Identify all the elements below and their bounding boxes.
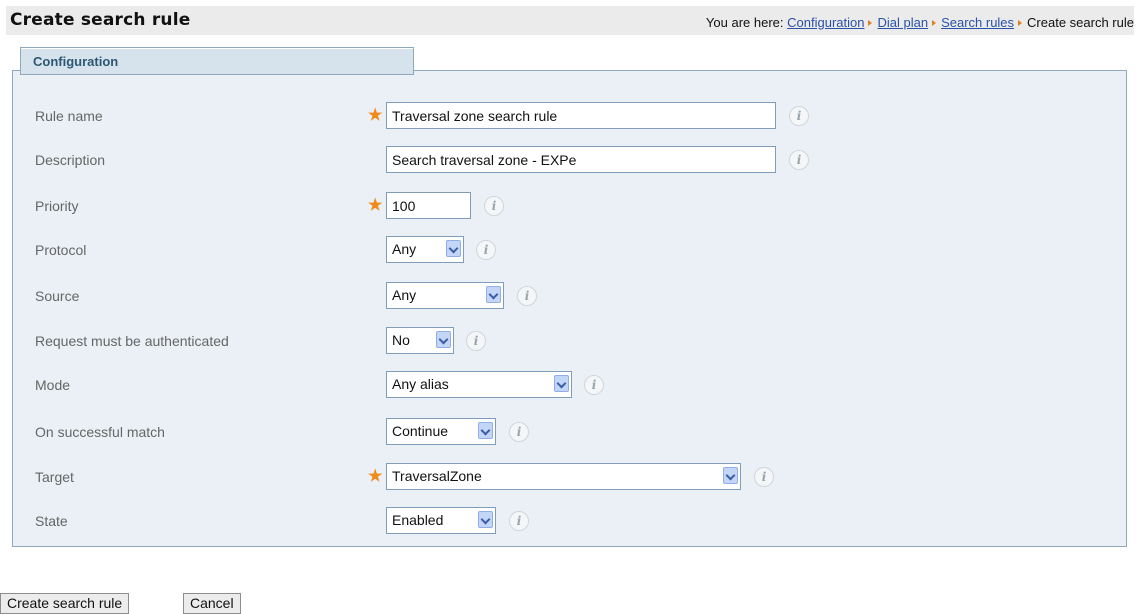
create-search-rule-button[interactable]: Create search rule: [0, 593, 130, 614]
breadcrumb: You are here: Configuration Dial plan Sear…: [706, 15, 1134, 30]
chevron-down-icon[interactable]: [554, 375, 569, 392]
priority-label: Priority: [35, 198, 79, 214]
form-row-source: Source Any i: [0, 281, 1140, 311]
on-successful-match-label: On successful match: [35, 424, 165, 440]
state-label: State: [35, 513, 68, 529]
breadcrumb-current: Create search rule: [1027, 15, 1134, 30]
breadcrumb-link-configuration[interactable]: Configuration: [787, 15, 864, 30]
chevron-down-icon[interactable]: [478, 511, 493, 528]
form-row-request-authenticated: Request must be authenticated No i: [0, 326, 1140, 356]
chevron-down-icon[interactable]: [436, 331, 451, 348]
chevron-down-icon[interactable]: [723, 467, 738, 484]
page-title: Create search rule: [10, 10, 191, 30]
rule-name-label: Rule name: [35, 108, 103, 124]
breadcrumb-arrow-icon: [868, 20, 873, 27]
protocol-label: Protocol: [35, 242, 87, 258]
form-row-description: Description i: [0, 145, 1140, 175]
chevron-down-icon[interactable]: [446, 240, 461, 257]
priority-input[interactable]: [386, 192, 471, 219]
chevron-down-icon[interactable]: [486, 286, 501, 303]
request-authenticated-label: Request must be authenticated: [35, 333, 229, 349]
required-star-icon: ★: [368, 107, 383, 124]
info-icon[interactable]: i: [754, 467, 774, 487]
chevron-down-icon[interactable]: [478, 422, 493, 439]
form-row-on-successful-match: On successful match Continue i: [0, 417, 1140, 447]
required-star-icon: ★: [368, 197, 383, 214]
target-select[interactable]: TraversalZone: [386, 463, 741, 490]
panel-title: Configuration: [33, 54, 119, 69]
protocol-select-value: Any: [392, 241, 417, 257]
mode-select[interactable]: Any alias: [386, 371, 572, 398]
state-select-value: Enabled: [392, 512, 444, 528]
rule-name-input[interactable]: [386, 102, 776, 129]
form-row-priority: Priority ★ i: [0, 191, 1140, 221]
info-icon[interactable]: i: [476, 240, 496, 260]
source-select-value: Any: [392, 287, 417, 303]
breadcrumb-link-dial-plan[interactable]: Dial plan: [877, 15, 928, 30]
info-icon[interactable]: i: [789, 150, 809, 170]
cancel-button[interactable]: Cancel: [183, 593, 241, 614]
info-icon[interactable]: i: [584, 375, 604, 395]
form-row-rule-name: Rule name ★ i: [0, 101, 1140, 131]
request-authenticated-select-value: No: [392, 332, 410, 348]
form-row-protocol: Protocol Any i: [0, 235, 1140, 265]
info-icon[interactable]: i: [484, 196, 504, 216]
mode-label: Mode: [35, 377, 71, 393]
request-authenticated-select[interactable]: No: [386, 327, 454, 354]
info-icon[interactable]: i: [509, 511, 529, 531]
info-icon[interactable]: i: [789, 106, 809, 126]
description-input[interactable]: [386, 146, 776, 173]
protocol-select[interactable]: Any: [386, 236, 464, 263]
target-select-value: TraversalZone: [392, 468, 482, 484]
configuration-panel-tab: Configuration: [20, 47, 414, 75]
info-icon[interactable]: i: [517, 286, 537, 306]
mode-select-value: Any alias: [392, 376, 449, 392]
description-label: Description: [35, 152, 106, 168]
form-row-mode: Mode Any alias i: [0, 370, 1140, 400]
breadcrumb-link-search-rules[interactable]: Search rules: [941, 15, 1014, 30]
on-successful-match-select-value: Continue: [392, 423, 449, 439]
info-icon[interactable]: i: [466, 331, 486, 351]
form-row-target: Target ★ TraversalZone i: [0, 462, 1140, 492]
breadcrumb-prefix: You are here:: [705, 15, 784, 30]
breadcrumb-arrow-icon: [932, 20, 937, 27]
breadcrumb-arrow-icon: [1018, 20, 1023, 27]
info-icon[interactable]: i: [509, 422, 529, 442]
form-row-state: State Enabled i: [0, 506, 1140, 536]
page-header: Create search rule You are here: Configu…: [6, 6, 1134, 35]
on-successful-match-select[interactable]: Continue: [386, 418, 496, 445]
source-select[interactable]: Any: [386, 282, 504, 309]
target-label: Target: [35, 469, 74, 485]
source-label: Source: [35, 288, 80, 304]
state-select[interactable]: Enabled: [386, 507, 496, 534]
required-star-icon: ★: [368, 468, 383, 485]
